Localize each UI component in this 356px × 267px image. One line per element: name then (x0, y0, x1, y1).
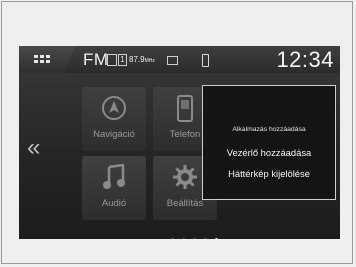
status-bar: FM 1 87.9MHz 12:34 (19, 46, 340, 73)
clock: 12:34 (276, 47, 334, 72)
app-label: Audió (101, 198, 127, 209)
page-indicator (171, 228, 226, 239)
head-unit-screen: FM 1 87.9MHz 12:34 « Navigáció Telefon A… (19, 46, 340, 239)
app-label: Navigáció (93, 129, 135, 140)
page-dot[interactable] (182, 238, 185, 239)
back-arrow-button[interactable]: « (27, 134, 40, 162)
page-dot-active[interactable] (215, 238, 218, 239)
radio-band: FM (83, 50, 109, 69)
add-widget-option[interactable]: Vezérlő hozzáadása (203, 147, 335, 158)
app-grid-icon (34, 55, 50, 65)
phone-status-icon (202, 54, 209, 67)
home-button[interactable] (19, 46, 75, 73)
frequency-readout: 87.9MHz (129, 55, 155, 64)
app-tile-navigation[interactable]: Navigáció (82, 87, 146, 151)
manual-figure-frame: FM 1 87.9MHz 12:34 « Navigáció Telefon A… (1, 1, 353, 264)
frequency-value: 87.9 (129, 55, 145, 64)
page-dot[interactable] (171, 238, 174, 239)
preset-badge: 1 (118, 54, 127, 66)
add-app-popup: Alkalmazás hozzáadása Vezérlő hozzáadása… (202, 85, 336, 200)
page-dot[interactable] (204, 238, 207, 239)
popup-title: Alkalmazás hozzáadása (232, 126, 306, 133)
navigation-icon (102, 96, 126, 120)
app-tile-audio[interactable]: Audió (82, 156, 146, 220)
media-icon (167, 56, 178, 65)
signal-icon (107, 54, 117, 66)
music-note-icon (103, 164, 125, 189)
select-wallpaper-option[interactable]: Háttérkép kijelölése (203, 168, 335, 179)
gear-icon (173, 165, 197, 189)
page-dot[interactable] (193, 238, 196, 239)
frequency-unit: MHz (144, 58, 155, 64)
phone-icon (177, 95, 193, 122)
